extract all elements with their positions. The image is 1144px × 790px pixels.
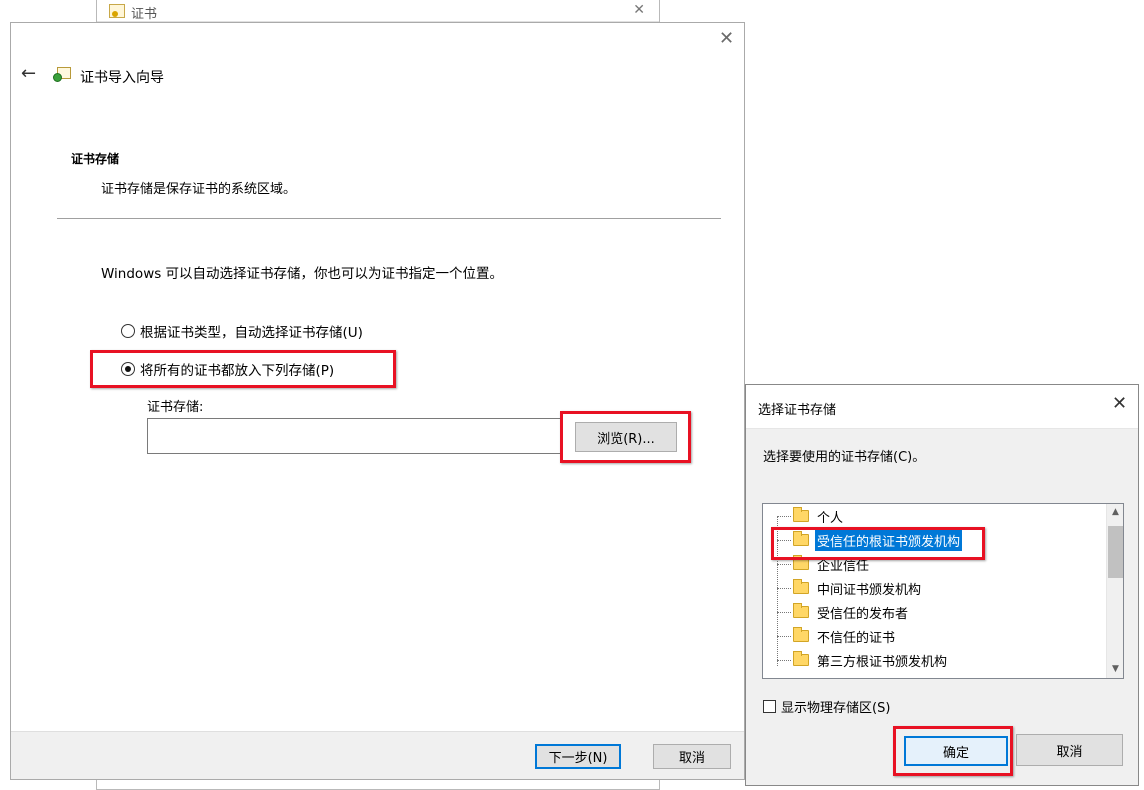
show-physical-stores-label: 显示物理存储区(S): [781, 701, 891, 716]
radio-auto-label: 根据证书类型，自动选择证书存储(U): [140, 325, 363, 341]
checkbox[interactable]: [763, 700, 776, 713]
dialog-cancel-button[interactable]: 取消: [1016, 734, 1123, 766]
folder-icon: [793, 507, 809, 522]
tree-item-label: 受信任的根证书颁发机构: [815, 529, 963, 551]
intro-text: Windows 可以自动选择证书存储，你也可以为证书指定一个位置。: [101, 266, 504, 282]
radio-place-in-store[interactable]: 将所有的证书都放入下列存储(P): [121, 359, 334, 379]
scroll-down-arrow-icon[interactable]: ▼: [1107, 661, 1124, 678]
tree-item-trusted-root[interactable]: 受信任的根证书颁发机构: [777, 529, 963, 551]
back-arrow-icon[interactable]: ←: [21, 65, 36, 83]
radio-manual-label: 将所有的证书都放入下列存储(P): [140, 363, 335, 379]
select-certificate-store-dialog: 选择证书存储 ✕ 选择要使用的证书存储(C)。 个人 受信任的根证书颁发机构 企…: [745, 384, 1139, 786]
tree-item-personal[interactable]: 个人: [777, 505, 845, 527]
radio-button-checked[interactable]: [121, 362, 135, 376]
folder-icon: [793, 579, 809, 594]
wizard-footer: 下一步(N) 取消: [11, 731, 744, 779]
folder-icon: [793, 555, 809, 570]
tree-item-trusted-publishers[interactable]: 受信任的发布者: [777, 601, 910, 623]
certificate-import-wizard: ✕ ← 证书导入向导 证书存储 证书存储是保存证书的系统区域。 Windows …: [10, 22, 745, 780]
cancel-button[interactable]: 取消: [653, 744, 731, 769]
scroll-thumb[interactable]: [1108, 526, 1123, 578]
tree-item-label: 个人: [817, 510, 844, 526]
certificate-wizard-icon: [53, 67, 73, 83]
dialog-title: 选择证书存储: [758, 403, 837, 418]
vertical-scrollbar[interactable]: ▲ ▼: [1106, 504, 1123, 678]
ok-button[interactable]: 确定: [904, 736, 1008, 766]
dialog-titlebar: 选择证书存储 ✕: [746, 385, 1138, 429]
close-icon[interactable]: ✕: [633, 2, 645, 18]
section-heading: 证书存储: [71, 152, 120, 166]
folder-icon: [793, 651, 809, 666]
next-button[interactable]: 下一步(N): [535, 744, 621, 769]
radio-button[interactable]: [121, 324, 135, 338]
radio-auto-select-store[interactable]: 根据证书类型，自动选择证书存储(U): [121, 321, 363, 341]
tree-item-label: 企业信任: [817, 558, 870, 574]
divider: [57, 218, 721, 219]
tree-item-enterprise-trust[interactable]: 企业信任: [777, 553, 871, 575]
folder-icon: [793, 603, 809, 618]
browse-button[interactable]: 浏览(R)...: [575, 422, 677, 452]
folder-icon: [793, 627, 809, 642]
tree-item-untrusted[interactable]: 不信任的证书: [777, 625, 897, 647]
wizard-title: 证书导入向导: [80, 70, 164, 86]
tree-item-label: 受信任的发布者: [817, 606, 909, 622]
section-description: 证书存储是保存证书的系统区域。: [101, 182, 297, 197]
store-field-label: 证书存储:: [147, 400, 204, 415]
dialog-prompt: 选择要使用的证书存储(C)。: [763, 450, 926, 465]
tree-item-third-party-root[interactable]: 第三方根证书颁发机构: [777, 649, 949, 671]
tree-item-intermediate-ca[interactable]: 中间证书颁发机构: [777, 577, 923, 599]
certificate-store-field[interactable]: [147, 418, 563, 454]
close-icon[interactable]: ✕: [719, 30, 734, 48]
tree-item-label: 中间证书颁发机构: [817, 582, 922, 598]
certificate-icon: [109, 4, 125, 18]
tree-item-label: 第三方根证书颁发机构: [817, 654, 948, 670]
scroll-up-arrow-icon[interactable]: ▲: [1107, 504, 1124, 521]
background-window-title: 证书: [131, 7, 158, 22]
certificate-store-tree[interactable]: 个人 受信任的根证书颁发机构 企业信任 中间证书颁发机构 受信任的发布者 不信任…: [762, 503, 1124, 679]
background-titlebar: 证书 ✕: [97, 0, 659, 22]
close-icon[interactable]: ✕: [1112, 395, 1127, 413]
show-physical-stores-option[interactable]: 显示物理存储区(S): [763, 697, 890, 716]
folder-icon: [793, 531, 809, 546]
tree-item-label: 不信任的证书: [817, 630, 896, 646]
